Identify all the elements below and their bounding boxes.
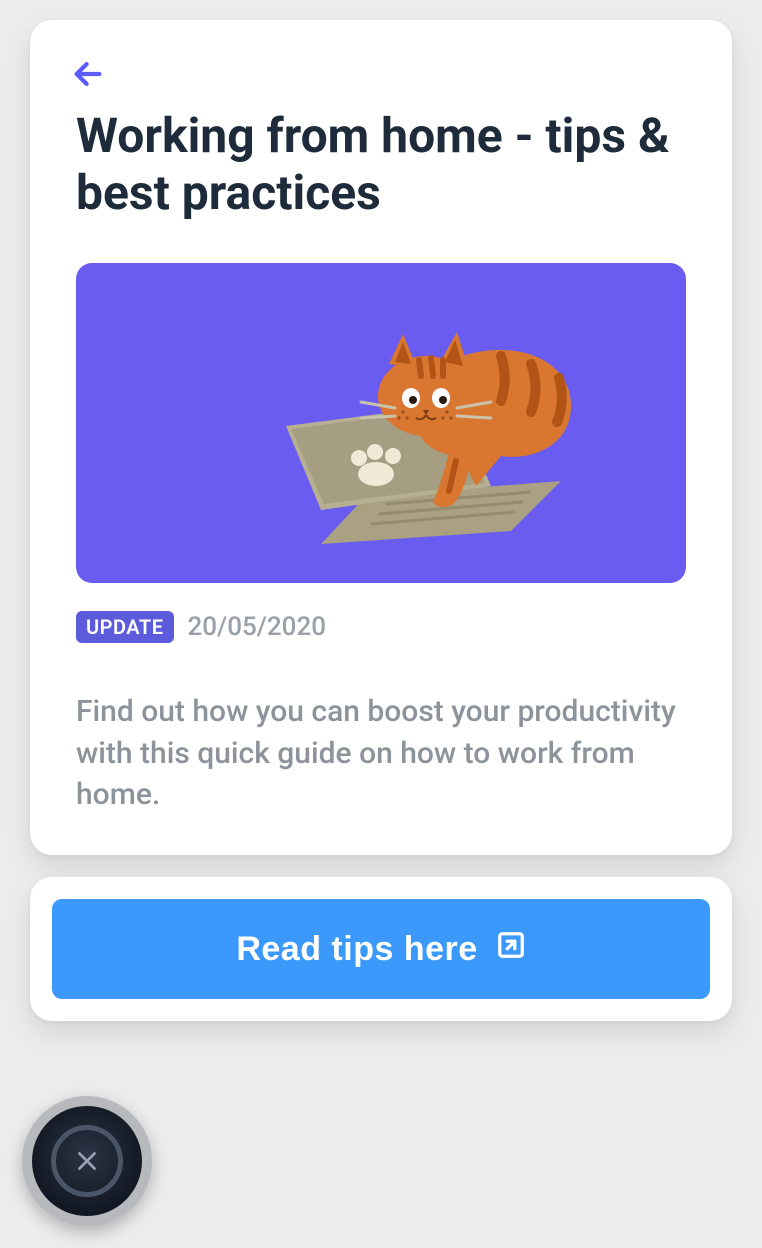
cta-card: Read tips here — [30, 877, 732, 1021]
meta-row: UPDATE 20/05/2020 — [76, 611, 686, 643]
close-widget-button[interactable] — [22, 1096, 152, 1226]
cta-label: Read tips here — [236, 930, 477, 969]
category-badge: UPDATE — [76, 611, 174, 643]
article-description: Find out how you can boost your producti… — [76, 691, 686, 815]
close-icon — [74, 1148, 100, 1174]
close-widget-inner — [32, 1106, 142, 1216]
article-card: Working from home - tips & best practice… — [30, 20, 732, 855]
read-tips-button[interactable]: Read tips here — [52, 899, 710, 999]
publish-date: 20/05/2020 — [188, 612, 327, 642]
cat-laptop-illustration-icon — [171, 286, 591, 560]
external-link-icon — [496, 930, 526, 969]
hero-image — [76, 263, 686, 583]
back-button[interactable] — [70, 58, 106, 94]
arrow-left-icon — [71, 57, 105, 95]
article-title: Working from home - tips & best practice… — [76, 108, 686, 221]
